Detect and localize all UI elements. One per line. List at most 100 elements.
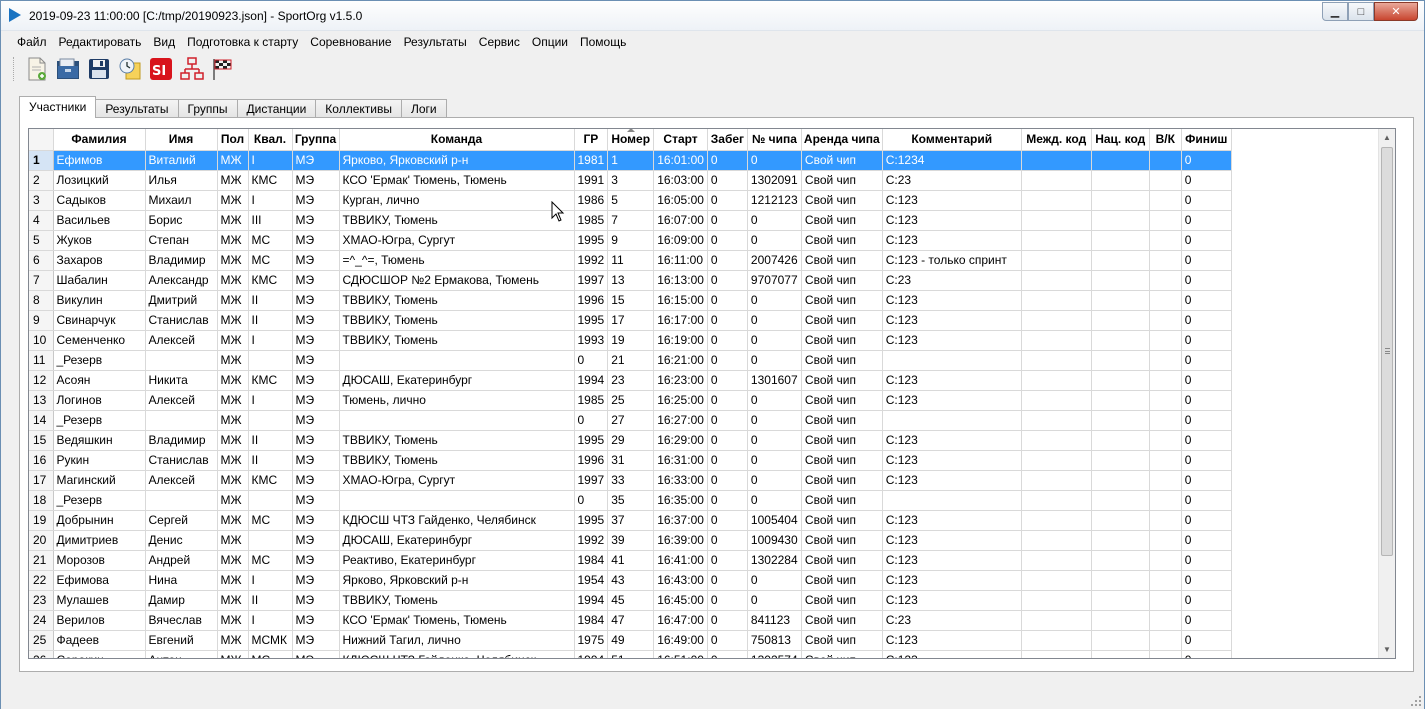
row-number[interactable]: 9 xyxy=(29,310,54,331)
cell-first-name[interactable] xyxy=(145,410,218,431)
cell-first-name[interactable]: Владимир xyxy=(145,250,218,271)
cell-last-name[interactable]: Димитриев xyxy=(53,530,146,551)
cell-run[interactable]: 0 xyxy=(707,470,748,491)
cell-start[interactable]: 16:09:00 xyxy=(653,230,708,251)
cell-birth-year[interactable]: 1993 xyxy=(574,330,609,351)
cell-bib[interactable]: 43 xyxy=(607,570,655,591)
cell-bib[interactable]: 41 xyxy=(607,550,655,571)
cell-out-of-comp[interactable] xyxy=(1149,550,1182,571)
cell-birth-year[interactable]: 1984 xyxy=(574,610,609,631)
cell-bib[interactable]: 31 xyxy=(607,450,655,471)
cell-group[interactable]: МЭ xyxy=(292,230,340,251)
column-header-nat-code[interactable]: Нац. код xyxy=(1091,129,1150,151)
row-number[interactable]: 13 xyxy=(29,390,54,411)
cell-out-of-comp[interactable] xyxy=(1149,450,1182,471)
table-row[interactable]: 22 Ефимова Нина МЖ I МЭ Ярково, Ярковский р-н 1… xyxy=(29,570,1232,591)
open-folder-icon[interactable] xyxy=(54,55,82,83)
cell-comment[interactable]: С:123 xyxy=(882,570,1022,591)
cell-first-name[interactable]: Станислав xyxy=(145,450,218,471)
cell-comment[interactable]: С:23 xyxy=(882,610,1022,631)
cell-birth-year[interactable]: 1992 xyxy=(574,250,609,271)
cell-qual[interactable]: II xyxy=(248,450,293,471)
cell-chip-rent[interactable]: Свой чип xyxy=(801,390,883,411)
cell-start[interactable]: 16:35:00 xyxy=(653,490,708,511)
cell-intl-code[interactable] xyxy=(1021,410,1092,431)
tab-teams[interactable]: Коллективы xyxy=(315,99,402,118)
cell-sex[interactable]: МЖ xyxy=(217,290,249,311)
cell-comment[interactable]: С:123 - только спринт xyxy=(882,250,1022,271)
cell-comment[interactable]: С:1234 xyxy=(882,150,1022,171)
cell-first-name[interactable]: Станислав xyxy=(145,310,218,331)
cell-comment[interactable]: С:123 xyxy=(882,190,1022,211)
cell-intl-code[interactable] xyxy=(1021,370,1092,391)
row-number[interactable]: 17 xyxy=(29,470,54,491)
cell-comment[interactable]: С:123 xyxy=(882,310,1022,331)
cell-last-name[interactable]: Жуков xyxy=(53,230,146,251)
cell-first-name[interactable]: Никита xyxy=(145,370,218,391)
cell-chip-number[interactable]: 1212123 xyxy=(747,190,802,211)
cell-finish[interactable]: 0 xyxy=(1181,250,1232,271)
cell-comment[interactable] xyxy=(882,350,1022,371)
cell-run[interactable]: 0 xyxy=(707,350,748,371)
cell-birth-year[interactable]: 1954 xyxy=(574,570,609,591)
cell-finish[interactable]: 0 xyxy=(1181,170,1232,191)
cell-first-name[interactable]: Денис xyxy=(145,530,218,551)
cell-intl-code[interactable] xyxy=(1021,550,1092,571)
cell-last-name[interactable]: Логинов xyxy=(53,390,146,411)
cell-group[interactable]: МЭ xyxy=(292,430,340,451)
cell-qual[interactable]: II xyxy=(248,590,293,611)
cell-first-name[interactable]: Сергей xyxy=(145,510,218,531)
cell-run[interactable]: 0 xyxy=(707,330,748,351)
cell-bib[interactable]: 3 xyxy=(607,170,655,191)
cell-team[interactable]: ХМАО-Югра, Сургут xyxy=(339,470,575,491)
column-header-team[interactable]: Команда xyxy=(339,129,575,151)
cell-birth-year[interactable]: 1991 xyxy=(574,170,609,191)
cell-team[interactable]: КСО 'Ермак' Тюмень, Тюмень xyxy=(339,170,575,191)
menu-options[interactable]: Опции xyxy=(526,32,574,52)
cell-intl-code[interactable] xyxy=(1021,590,1092,611)
row-number[interactable]: 16 xyxy=(29,450,54,471)
cell-intl-code[interactable] xyxy=(1021,650,1092,658)
cell-comment[interactable]: С:123 xyxy=(882,370,1022,391)
cell-chip-number[interactable]: 0 xyxy=(747,390,802,411)
cell-chip-rent[interactable]: Свой чип xyxy=(801,310,883,331)
cell-chip-rent[interactable]: Свой чип xyxy=(801,630,883,651)
cell-team[interactable] xyxy=(339,350,575,371)
cell-nat-code[interactable] xyxy=(1091,150,1150,171)
cell-run[interactable]: 0 xyxy=(707,270,748,291)
cell-start[interactable]: 16:07:00 xyxy=(653,210,708,231)
column-header-chip-rent[interactable]: Аренда чипа xyxy=(801,129,883,151)
participants-table[interactable]: Фамилия Имя Пол Квал. Группа Команда ГР Номер Ст… xyxy=(28,128,1396,659)
cell-bib[interactable]: 23 xyxy=(607,370,655,391)
cell-run[interactable]: 0 xyxy=(707,510,748,531)
cell-nat-code[interactable] xyxy=(1091,490,1150,511)
cell-out-of-comp[interactable] xyxy=(1149,610,1182,631)
cell-group[interactable]: МЭ xyxy=(292,390,340,411)
clock-icon[interactable] xyxy=(116,55,144,83)
cell-chip-number[interactable]: 0 xyxy=(747,590,802,611)
cell-sex[interactable]: МЖ xyxy=(217,430,249,451)
cell-intl-code[interactable] xyxy=(1021,290,1092,311)
cell-group[interactable]: МЭ xyxy=(292,470,340,491)
cell-intl-code[interactable] xyxy=(1021,570,1092,591)
cell-bib[interactable]: 35 xyxy=(607,490,655,511)
menu-file[interactable]: Файл xyxy=(11,32,53,52)
cell-start[interactable]: 16:31:00 xyxy=(653,450,708,471)
cell-first-name[interactable]: Илья xyxy=(145,170,218,191)
cell-team[interactable]: ТВВИКУ, Тюмень xyxy=(339,310,575,331)
cell-birth-year[interactable]: 1995 xyxy=(574,430,609,451)
cell-comment[interactable]: С:123 xyxy=(882,210,1022,231)
cell-first-name[interactable]: Михаил xyxy=(145,190,218,211)
maximize-button[interactable]: □ xyxy=(1348,2,1374,21)
cell-start[interactable]: 16:11:00 xyxy=(653,250,708,271)
cell-start[interactable]: 16:47:00 xyxy=(653,610,708,631)
table-row[interactable]: 26СорокинАнтонМЖМСМЭКДЮСШ ЧТЗ Гайденко, … xyxy=(29,650,1232,658)
cell-run[interactable]: 0 xyxy=(707,630,748,651)
cell-chip-rent[interactable]: Свой чип xyxy=(801,350,883,371)
cell-qual[interactable]: I xyxy=(248,390,293,411)
cell-comment[interactable]: С:123 xyxy=(882,510,1022,531)
table-row[interactable]: 16 Рукин Станислав МЖ II МЭ ТВВИКУ, Тюмень 1996… xyxy=(29,450,1232,471)
cell-finish[interactable]: 0 xyxy=(1181,570,1232,591)
cell-chip-rent[interactable]: Свой чип xyxy=(801,430,883,451)
cell-chip-number[interactable]: 1301607 xyxy=(747,370,802,391)
